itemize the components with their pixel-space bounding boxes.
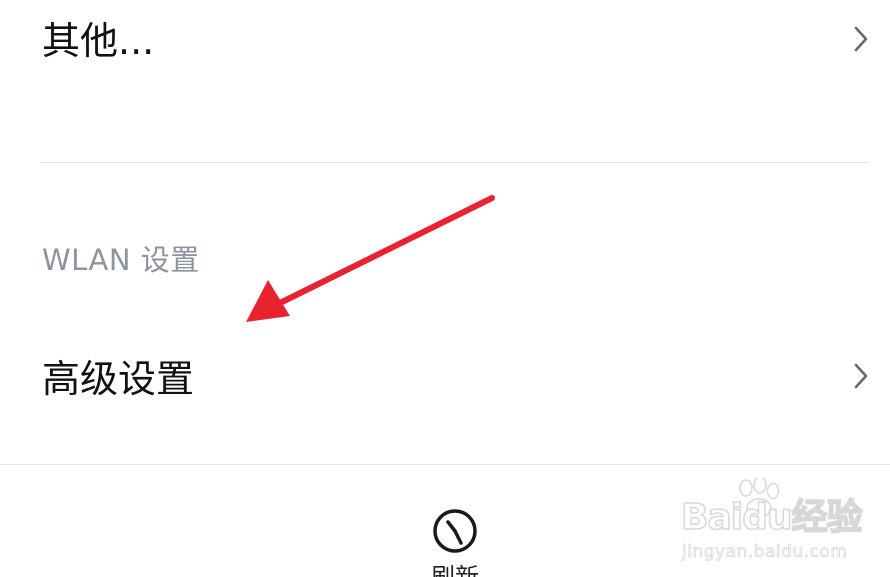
watermark-url-text: jingyan.baidu.com xyxy=(682,542,848,562)
refresh-icon xyxy=(433,509,477,553)
advanced-settings-row[interactable]: 高级设置 xyxy=(0,320,890,435)
chevron-right-icon xyxy=(854,363,868,389)
watermark-brand-text: Baidu经验 xyxy=(680,497,863,538)
other-settings-label: 其他... xyxy=(42,19,155,63)
wlan-settings-section-header: WLAN 设置 xyxy=(42,243,200,277)
refresh-label: 刷新 xyxy=(431,563,479,577)
other-settings-row[interactable]: 其他... xyxy=(0,0,890,110)
chevron-right-icon xyxy=(854,26,868,52)
advanced-settings-label: 高级设置 xyxy=(42,357,195,401)
baidu-watermark: Baidu经验 jingyan.baidu.com xyxy=(678,478,883,572)
section-divider xyxy=(40,162,868,163)
refresh-button[interactable]: 刷新 xyxy=(400,499,510,577)
